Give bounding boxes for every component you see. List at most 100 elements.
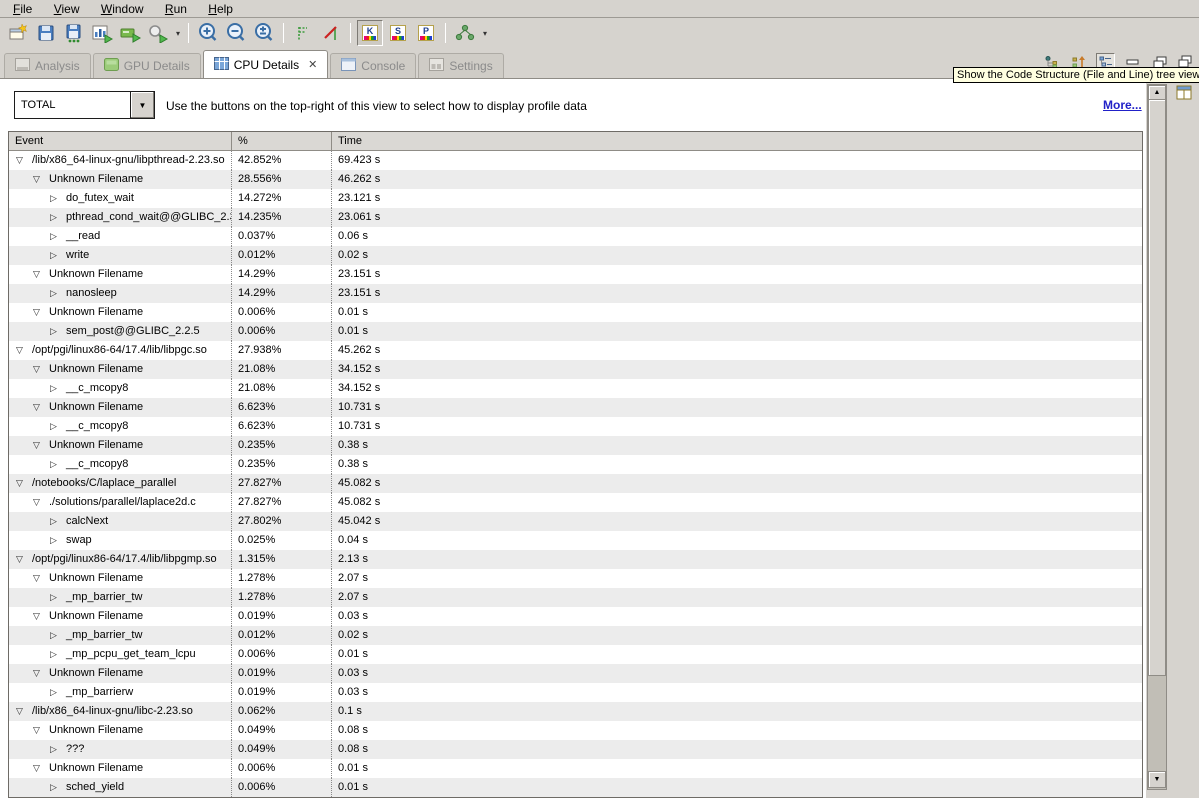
- expander-icon[interactable]: ▷: [47, 417, 60, 436]
- open-profile-dropdown-icon[interactable]: ▾: [173, 29, 183, 38]
- expander-icon[interactable]: ▽: [13, 341, 26, 360]
- save-icon[interactable]: [33, 20, 59, 46]
- table-row[interactable]: ▷ swap 0.025% 0.04 s: [9, 531, 1142, 550]
- menu-view[interactable]: View: [45, 0, 89, 17]
- zoom-in-icon[interactable]: [195, 20, 221, 46]
- table-row[interactable]: ▷ do_futex_wait 14.272% 23.121 s: [9, 189, 1142, 208]
- profile-application-icon[interactable]: [89, 20, 115, 46]
- table-row[interactable]: ▽ Unknown Filename 0.019% 0.03 s: [9, 664, 1142, 683]
- expander-icon[interactable]: ▽: [30, 265, 43, 284]
- scrollbar-thumb[interactable]: [1148, 99, 1166, 676]
- expander-icon[interactable]: ▷: [47, 683, 60, 702]
- table-row[interactable]: ▷ write 0.012% 0.02 s: [9, 246, 1142, 265]
- table-row[interactable]: ▷ sem_post@@GLIBC_2.2.5 0.006% 0.01 s: [9, 322, 1142, 341]
- table-row[interactable]: ▷ __c_mcopy8 6.623% 10.731 s: [9, 417, 1142, 436]
- open-profile-icon[interactable]: [145, 20, 171, 46]
- restore-view-icon[interactable]: [1176, 85, 1193, 104]
- expander-icon[interactable]: ▷: [47, 626, 60, 645]
- table-row[interactable]: ▽ Unknown Filename 14.29% 23.151 s: [9, 265, 1142, 284]
- table-row[interactable]: ▷ _mp_barrier_tw 0.012% 0.02 s: [9, 626, 1142, 645]
- table-row[interactable]: ▷ _mp_pcpu_get_team_lcpu 0.006% 0.01 s: [9, 645, 1142, 664]
- import-profile-icon[interactable]: [117, 20, 143, 46]
- kernel-view-button[interactable]: K: [357, 20, 383, 46]
- tab-gpu-details[interactable]: GPU Details: [93, 53, 201, 78]
- expander-icon[interactable]: ▷: [47, 284, 60, 303]
- expander-icon[interactable]: ▷: [47, 379, 60, 398]
- table-row[interactable]: ▽ /opt/pgi/linux86-64/17.4/lib/libpgc.so…: [9, 341, 1142, 360]
- menu-help[interactable]: Help: [199, 0, 242, 17]
- expander-icon[interactable]: ▽: [13, 550, 26, 569]
- expander-icon[interactable]: ▷: [47, 189, 60, 208]
- call-tree-dropdown-icon[interactable]: ▾: [480, 29, 490, 38]
- expander-icon[interactable]: ▷: [47, 645, 60, 664]
- vertical-scrollbar[interactable]: ▲ ▼: [1147, 84, 1167, 790]
- column-header-event[interactable]: Event: [9, 132, 231, 150]
- table-row[interactable]: ▷ ??? 0.049% 0.08 s: [9, 740, 1142, 759]
- expander-icon[interactable]: ▷: [47, 322, 60, 341]
- scroll-up-icon[interactable]: ▲: [1148, 85, 1166, 100]
- expander-icon[interactable]: ▽: [30, 170, 43, 189]
- table-row[interactable]: ▷ _mp_barrier_tw 1.278% 2.07 s: [9, 588, 1142, 607]
- profile-scope-dropdown-button[interactable]: ▼: [130, 92, 154, 118]
- table-row[interactable]: ▽ Unknown Filename 6.623% 10.731 s: [9, 398, 1142, 417]
- expander-icon[interactable]: ▷: [47, 512, 60, 531]
- zoom-out-icon[interactable]: [223, 20, 249, 46]
- expander-icon[interactable]: ▽: [30, 436, 43, 455]
- table-row[interactable]: ▽ Unknown Filename 21.08% 34.152 s: [9, 360, 1142, 379]
- table-row[interactable]: ▽ /lib/x86_64-linux-gnu/libpthread-2.23.…: [9, 151, 1142, 170]
- expander-icon[interactable]: ▽: [30, 398, 43, 417]
- table-row[interactable]: ▽ Unknown Filename 0.006% 0.01 s: [9, 759, 1142, 778]
- tab-settings[interactable]: Settings: [418, 53, 503, 78]
- table-row[interactable]: ▽ Unknown Filename 0.019% 0.03 s: [9, 607, 1142, 626]
- expander-icon[interactable]: ▽: [30, 303, 43, 322]
- menu-file[interactable]: File: [4, 0, 41, 17]
- expander-icon[interactable]: ▽: [13, 151, 26, 170]
- expander-icon[interactable]: ▽: [30, 721, 43, 740]
- table-row[interactable]: ▽ Unknown Filename 0.006% 0.01 s: [9, 303, 1142, 322]
- expander-icon[interactable]: ▽: [30, 759, 43, 778]
- table-row[interactable]: ▷ _mp_barrierw 0.019% 0.03 s: [9, 683, 1142, 702]
- expander-icon[interactable]: ▷: [47, 778, 60, 797]
- table-row[interactable]: ▷ pthread_cond_wait@@GLIBC_2.3 14.235% 2…: [9, 208, 1142, 227]
- table-row[interactable]: ▷ __read 0.037% 0.06 s: [9, 227, 1142, 246]
- table-row[interactable]: ▽ Unknown Filename 0.049% 0.08 s: [9, 721, 1142, 740]
- expander-icon[interactable]: ▽: [30, 360, 43, 379]
- column-header-percent[interactable]: %: [231, 132, 331, 150]
- zoom-reset-icon[interactable]: [251, 20, 277, 46]
- table-row[interactable]: ▷ sched_yield 0.006% 0.01 s: [9, 778, 1142, 797]
- table-row[interactable]: ▽ ./solutions/parallel/laplace2d.c 27.82…: [9, 493, 1142, 512]
- expander-icon[interactable]: ▽: [13, 474, 26, 493]
- table-row[interactable]: ▽ Unknown Filename 0.235% 0.38 s: [9, 436, 1142, 455]
- expander-icon[interactable]: ▽: [30, 607, 43, 626]
- expander-icon[interactable]: ▷: [47, 227, 60, 246]
- save-as-icon[interactable]: [61, 20, 87, 46]
- table-row[interactable]: ▽ /notebooks/C/laplace_parallel 27.827% …: [9, 474, 1142, 493]
- expander-icon[interactable]: ▽: [30, 569, 43, 588]
- scroll-down-icon[interactable]: ▼: [1148, 771, 1166, 788]
- table-row[interactable]: ▽ /opt/pgi/linux86-64/17.4/lib/libpgmp.s…: [9, 550, 1142, 569]
- close-tab-icon[interactable]: ✕: [308, 58, 317, 71]
- expander-icon[interactable]: ▷: [47, 740, 60, 759]
- expander-icon[interactable]: ▷: [47, 531, 60, 550]
- expander-icon[interactable]: ▷: [47, 208, 60, 227]
- expander-icon[interactable]: ▽: [13, 702, 26, 721]
- new-session-icon[interactable]: [5, 20, 31, 46]
- menu-run[interactable]: Run: [156, 0, 196, 17]
- expander-icon[interactable]: ▷: [47, 246, 60, 265]
- source-view-button[interactable]: S: [385, 20, 411, 46]
- table-row[interactable]: ▽ Unknown Filename 1.278% 2.07 s: [9, 569, 1142, 588]
- table-row[interactable]: ▽ /lib/x86_64-linux-gnu/libc-2.23.so 0.0…: [9, 702, 1142, 721]
- tab-console[interactable]: Console: [330, 53, 416, 78]
- expander-icon[interactable]: ▽: [30, 493, 43, 512]
- profile-scope-select[interactable]: TOTAL ▼: [14, 91, 155, 119]
- tab-cpu-details[interactable]: CPU Details ✕: [203, 50, 329, 78]
- menu-window[interactable]: Window: [92, 0, 153, 17]
- process-view-button[interactable]: P: [413, 20, 439, 46]
- table-row[interactable]: ▷ calcNext 27.802% 45.042 s: [9, 512, 1142, 531]
- table-row[interactable]: ▷ __c_mcopy8 21.08% 34.152 s: [9, 379, 1142, 398]
- expander-icon[interactable]: ▽: [30, 664, 43, 683]
- more-link[interactable]: More...: [1103, 98, 1142, 112]
- tab-analysis[interactable]: Analysis: [4, 53, 91, 78]
- expander-icon[interactable]: ▷: [47, 455, 60, 474]
- table-row[interactable]: ▷ nanosleep 14.29% 23.151 s: [9, 284, 1142, 303]
